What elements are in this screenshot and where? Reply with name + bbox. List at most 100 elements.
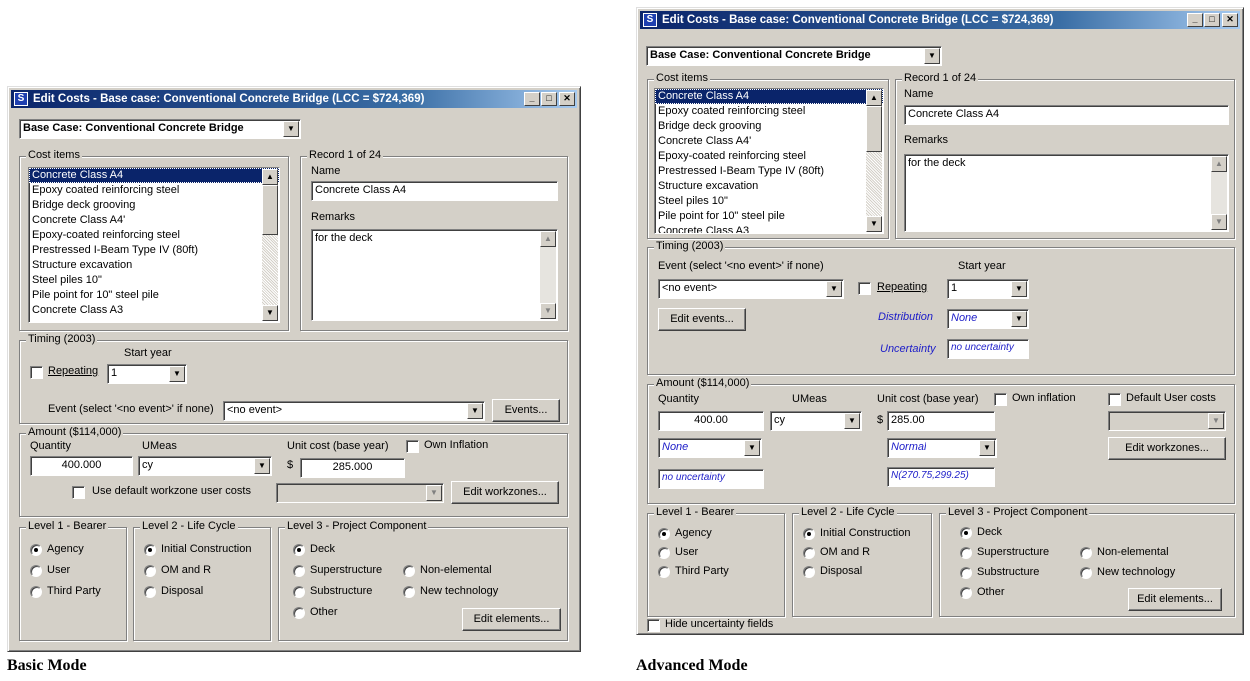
unit-cost-distribution-select[interactable]: Normal ▼ bbox=[887, 438, 997, 458]
own-inflation-checkbox[interactable] bbox=[994, 393, 1007, 406]
cost-items-list[interactable]: Concrete Class A4 Epoxy coated reinforcin… bbox=[28, 167, 280, 323]
radio-button[interactable] bbox=[293, 565, 305, 577]
maximize-icon[interactable]: □ bbox=[541, 92, 557, 106]
chevron-down-icon[interactable]: ▼ bbox=[844, 413, 860, 429]
list-item[interactable]: Structure excavation bbox=[655, 179, 883, 194]
edit-events-button[interactable]: Edit events... bbox=[658, 308, 746, 331]
scroll-up-icon[interactable]: ▲ bbox=[1211, 156, 1227, 172]
scroll-up-icon[interactable]: ▲ bbox=[262, 169, 278, 185]
list-item[interactable]: Concrete Class A3 bbox=[655, 224, 883, 233]
list-item[interactable]: Steel piles 10" bbox=[655, 194, 883, 209]
radio-button[interactable] bbox=[403, 565, 415, 577]
radio-button[interactable] bbox=[144, 586, 156, 598]
chevron-down-icon[interactable]: ▼ bbox=[979, 440, 995, 456]
edit-elements-button[interactable]: Edit elements... bbox=[462, 608, 561, 631]
minimize-icon[interactable]: _ bbox=[524, 92, 540, 106]
list-item[interactable]: Epoxy coated reinforcing steel bbox=[29, 183, 279, 198]
title-bar[interactable]: S Edit Costs - Base case: Conventional C… bbox=[11, 90, 577, 108]
case-select[interactable]: Base Case: Conventional Concrete Bridge … bbox=[646, 46, 942, 66]
quantity-field[interactable]: 400.000 bbox=[30, 456, 133, 476]
name-field[interactable]: Concrete Class A4 bbox=[311, 181, 558, 201]
default-user-costs-checkbox[interactable] bbox=[1108, 393, 1121, 406]
chevron-down-icon[interactable]: ▼ bbox=[744, 440, 760, 456]
hide-uncertainty-checkbox[interactable] bbox=[647, 619, 660, 632]
umeas-select[interactable]: cy ▼ bbox=[138, 456, 272, 476]
remarks-scrollbar[interactable]: ▲ ▼ bbox=[1211, 156, 1227, 230]
distribution-select[interactable]: None ▼ bbox=[947, 309, 1029, 329]
chevron-down-icon[interactable]: ▼ bbox=[1208, 413, 1224, 429]
radio-button[interactable] bbox=[658, 566, 670, 578]
list-item[interactable]: Concrete Class A4' bbox=[655, 134, 883, 149]
radio-button[interactable] bbox=[960, 567, 972, 579]
radio-button[interactable] bbox=[960, 587, 972, 599]
list-item[interactable]: Pile point for 10" steel pile bbox=[29, 288, 279, 303]
case-select[interactable]: Base Case: Conventional Concrete Bridge … bbox=[19, 119, 301, 139]
title-bar[interactable]: S Edit Costs - Base case: Conventional C… bbox=[640, 11, 1240, 29]
list-item[interactable]: Steel piles 10" bbox=[29, 273, 279, 288]
scroll-thumb[interactable] bbox=[262, 185, 278, 235]
chevron-down-icon[interactable]: ▼ bbox=[283, 121, 299, 137]
radio-button[interactable] bbox=[144, 544, 156, 556]
list-item[interactable]: Epoxy-coated reinforcing steel bbox=[29, 228, 279, 243]
event-select[interactable]: <no event> ▼ bbox=[223, 401, 485, 421]
scroll-down-icon[interactable]: ▼ bbox=[1211, 214, 1227, 230]
close-icon[interactable]: ✕ bbox=[1222, 13, 1238, 27]
list-scrollbar[interactable]: ▲ ▼ bbox=[866, 90, 882, 232]
radio-button[interactable] bbox=[1080, 547, 1092, 559]
scroll-down-icon[interactable]: ▼ bbox=[262, 305, 278, 321]
unit-cost-field[interactable]: 285.00 bbox=[887, 411, 995, 431]
list-scrollbar[interactable]: ▲ ▼ bbox=[262, 169, 278, 321]
list-item[interactable]: Pile point for 10" steel pile bbox=[655, 209, 883, 224]
quantity-uncertainty-field[interactable]: no uncertainty bbox=[658, 469, 764, 489]
edit-elements-button[interactable]: Edit elements... bbox=[1128, 588, 1222, 611]
list-item[interactable]: Bridge deck grooving bbox=[29, 198, 279, 213]
scroll-up-icon[interactable]: ▲ bbox=[540, 231, 556, 247]
list-item[interactable]: Prestressed I-Beam Type IV (80ft) bbox=[29, 243, 279, 258]
unit-cost-uncertainty-field[interactable]: N(270.75,299.25) bbox=[887, 467, 995, 487]
scroll-up-icon[interactable]: ▲ bbox=[866, 90, 882, 106]
list-item[interactable]: Epoxy-coated reinforcing steel bbox=[655, 149, 883, 164]
list-item[interactable]: Structure excavation bbox=[29, 258, 279, 273]
cost-items-list[interactable]: Concrete Class A4 Epoxy coated reinforcin… bbox=[654, 88, 884, 234]
quantity-field[interactable]: 400.00 bbox=[658, 411, 764, 431]
remarks-field[interactable]: for the deck ▲ ▼ bbox=[311, 229, 558, 321]
default-user-costs-select[interactable]: ▼ bbox=[1108, 411, 1226, 431]
radio-button[interactable] bbox=[803, 528, 815, 540]
radio-button[interactable] bbox=[30, 565, 42, 577]
list-item[interactable]: Concrete Class A3 bbox=[29, 303, 279, 318]
radio-button[interactable] bbox=[293, 607, 305, 619]
radio-button[interactable] bbox=[803, 547, 815, 559]
chevron-down-icon[interactable]: ▼ bbox=[924, 48, 940, 64]
unit-cost-field[interactable]: 285.000 bbox=[300, 458, 405, 478]
radio-button[interactable] bbox=[658, 547, 670, 559]
list-item[interactable]: Concrete Class A4 bbox=[655, 89, 883, 104]
radio-button[interactable] bbox=[30, 544, 42, 556]
edit-workzones-button[interactable]: Edit workzones... bbox=[1108, 437, 1226, 460]
remarks-scrollbar[interactable]: ▲ ▼ bbox=[540, 231, 556, 319]
event-select[interactable]: <no event> ▼ bbox=[658, 279, 844, 299]
start-year-select[interactable]: 1 ▼ bbox=[107, 364, 187, 384]
name-field[interactable]: Concrete Class A4 bbox=[904, 105, 1229, 125]
scroll-down-icon[interactable]: ▼ bbox=[540, 303, 556, 319]
list-item[interactable]: Bridge deck grooving bbox=[655, 119, 883, 134]
radio-button[interactable] bbox=[1080, 567, 1092, 579]
chevron-down-icon[interactable]: ▼ bbox=[426, 485, 442, 501]
radio-button[interactable] bbox=[293, 544, 305, 556]
list-item[interactable]: Epoxy coated reinforcing steel bbox=[655, 104, 883, 119]
list-item[interactable]: Prestressed I-Beam Type IV (80ft) bbox=[655, 164, 883, 179]
start-year-select[interactable]: 1 ▼ bbox=[947, 279, 1029, 299]
chevron-down-icon[interactable]: ▼ bbox=[1011, 281, 1027, 297]
chevron-down-icon[interactable]: ▼ bbox=[826, 281, 842, 297]
radio-button[interactable] bbox=[658, 528, 670, 540]
list-item[interactable]: Concrete Class A4 bbox=[29, 168, 279, 183]
maximize-icon[interactable]: □ bbox=[1204, 13, 1220, 27]
list-item[interactable]: Concrete Class A4' bbox=[29, 213, 279, 228]
repeating-checkbox[interactable] bbox=[858, 282, 871, 295]
chevron-down-icon[interactable]: ▼ bbox=[1011, 311, 1027, 327]
own-inflation-checkbox[interactable] bbox=[406, 440, 419, 453]
scroll-down-icon[interactable]: ▼ bbox=[866, 216, 882, 232]
close-icon[interactable]: ✕ bbox=[559, 92, 575, 106]
remarks-field[interactable]: for the deck ▲ ▼ bbox=[904, 154, 1229, 232]
use-default-workzone-checkbox[interactable] bbox=[72, 486, 85, 499]
chevron-down-icon[interactable]: ▼ bbox=[254, 458, 270, 474]
